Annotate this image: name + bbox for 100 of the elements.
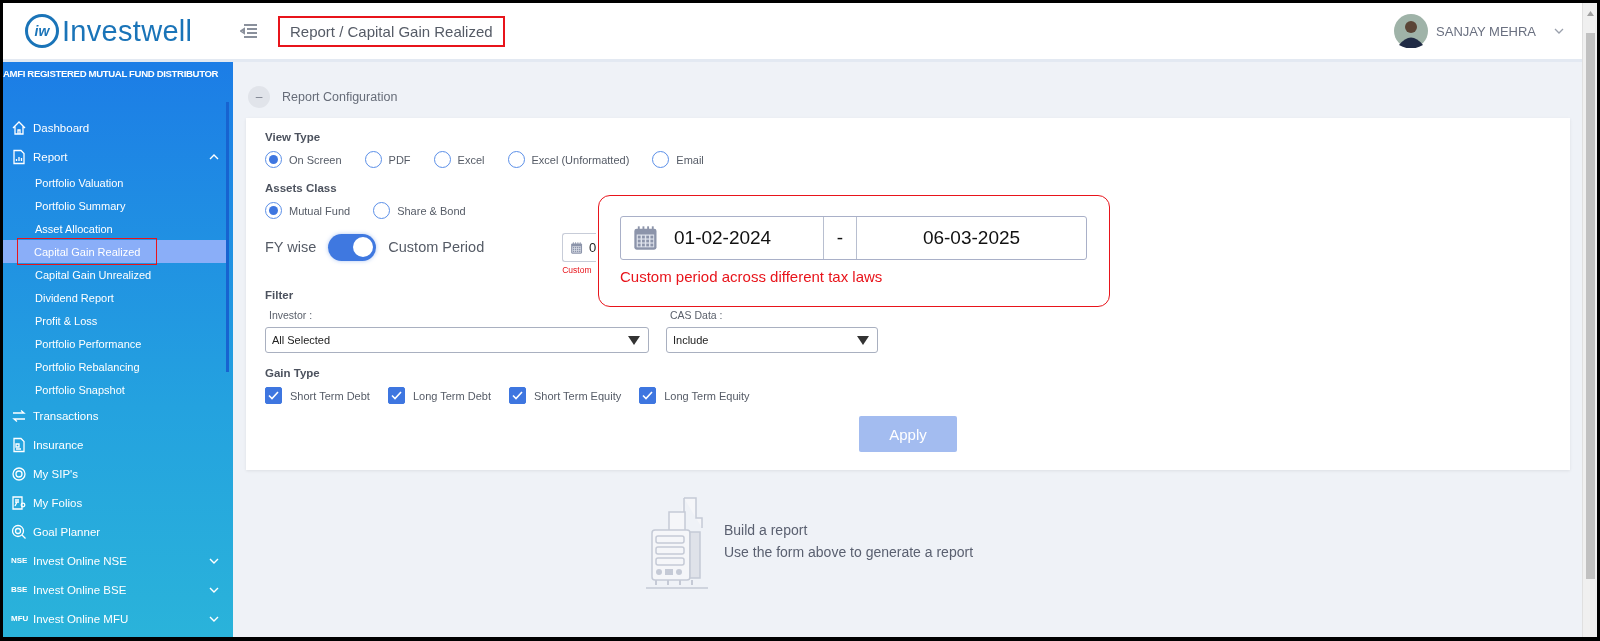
exchange-label: BSE <box>11 585 27 594</box>
end-date: 06-03-2025 <box>922 227 1021 249</box>
calendar-icon <box>570 239 584 256</box>
chevron-down-icon <box>209 615 219 622</box>
sidebar-label: Dividend Report <box>35 291 114 304</box>
sidebar-label: My Folios <box>33 496 83 509</box>
sidebar-label: Insurance <box>33 438 84 451</box>
sidebar-item[interactable]: NSE Invest Online NSE <box>3 546 233 575</box>
sidebar-item[interactable]: Transactions <box>3 401 233 430</box>
toggle-label: FY wise <box>265 239 317 255</box>
sidebar-label: Portfolio Performance <box>35 337 142 350</box>
sidebar-subitem[interactable]: Capital Gain Realized <box>3 240 227 263</box>
sidebar-label: Asset Allocation <box>35 222 113 235</box>
start-date: 01-02-2024 <box>674 227 772 249</box>
sidebar-label: Portfolio Snapshot <box>35 383 125 396</box>
sidebar-item[interactable]: MFU Invest Online MFU <box>3 604 233 633</box>
sidebar-item[interactable]: My Folios <box>3 488 233 517</box>
sidebar-item[interactable]: Insurance <box>3 430 233 459</box>
option-label: Short Term Debt <box>290 389 370 402</box>
error-note: Custom <box>562 265 592 275</box>
checkbox[interactable] <box>639 387 657 404</box>
group-label: Filter <box>265 289 294 301</box>
checkbox[interactable] <box>508 387 526 404</box>
warning-text: Custom period across different tax laws <box>620 268 884 285</box>
exchange-label: MFU <box>11 614 27 623</box>
sidebar-label: Invest Online BSE <box>33 583 127 596</box>
option-label: PDF <box>388 153 411 166</box>
sidebar-subitem[interactable]: Profit & Loss <box>3 309 227 332</box>
breadcrumb: Report / Capital Gain Realized <box>278 15 505 47</box>
option-label: Email <box>676 153 704 166</box>
chevron-down-icon[interactable] <box>1554 28 1564 34</box>
sidebar-subitem[interactable]: Capital Gain Unrealized <box>3 263 227 286</box>
swap-arrows-icon <box>11 407 27 424</box>
exchange-label: NSE <box>11 556 27 565</box>
sidebar-item[interactable]: Dashboard <box>3 113 233 142</box>
sidebar-subitem[interactable]: Asset Allocation <box>3 217 227 240</box>
sidebar-label: Capital Gain Unrealized <box>35 268 152 281</box>
checkmark-icon <box>268 391 279 400</box>
rupee-user-icon <box>11 494 27 511</box>
highlighted-label: Capital Gain Realized <box>17 238 158 265</box>
calendar-icon <box>632 224 660 252</box>
group-label: View Type <box>265 131 321 143</box>
chevron-down-icon <box>209 557 219 564</box>
logo-text: Investwell <box>62 14 193 48</box>
scroll-up-icon[interactable] <box>1586 11 1594 16</box>
dropdown-arrow-icon <box>628 335 640 345</box>
tagline: AMFI REGISTERED MUTUAL FUND DISTRIBUTOR <box>3 68 220 79</box>
period-toggle[interactable] <box>328 233 377 261</box>
option-label: Mutual Fund <box>289 204 351 217</box>
sidebar-subitem[interactable]: Portfolio Valuation <box>3 171 227 194</box>
chevron-down-icon <box>209 586 219 593</box>
sidebar-label: Invest Online NSE <box>33 554 127 567</box>
sidebar-label: My SIP's <box>33 467 78 480</box>
toggle-label: Custom Period <box>388 239 485 255</box>
sidebar-label: Invest Online MFU <box>33 612 129 625</box>
empty-subtitle: Use the form above to generate a report <box>724 544 974 560</box>
cycle-icon <box>11 465 27 482</box>
option-label: On Screen <box>289 153 342 166</box>
sidebar-subitem[interactable]: Portfolio Summary <box>3 194 227 217</box>
dropdown-arrow-icon <box>857 335 869 345</box>
option-label: Long Term Equity <box>664 389 750 402</box>
target-icon <box>11 523 27 540</box>
group-label: Gain Type <box>265 367 320 379</box>
select-field[interactable]: Include <box>666 327 878 353</box>
option-label: Share & Bond <box>397 204 466 217</box>
checkmark-icon <box>390 391 402 400</box>
sidebar-label: Profit & Loss <box>35 314 98 327</box>
sidebar-label: Portfolio Valuation <box>35 176 124 189</box>
user-name[interactable]: SANJAY MEHRA <box>1436 23 1536 39</box>
sidebar-item[interactable]: BSE Invest Online BSE <box>3 575 233 604</box>
option-label: Excel <box>457 153 485 166</box>
avatar[interactable] <box>1394 14 1429 48</box>
scrollbar-thumb[interactable] <box>1585 33 1595 579</box>
bar-chart-document-icon <box>11 148 27 165</box>
sidebar-label: Portfolio Summary <box>35 199 126 212</box>
checkmark-icon <box>642 391 654 400</box>
sidebar-subitem[interactable]: Portfolio Snapshot <box>3 378 227 401</box>
document-icon <box>11 436 27 453</box>
sidebar-label: Transactions <box>33 409 99 422</box>
section-title: Report Configuration <box>282 90 398 104</box>
sidebar-item[interactable]: Report <box>3 142 233 171</box>
menu-icon[interactable] <box>240 23 258 39</box>
sidebar-item[interactable]: My SIP's <box>3 459 233 488</box>
sidebar-subitem[interactable]: Dividend Report <box>3 286 227 309</box>
field-label: CAS Data : <box>669 309 724 321</box>
sidebar-subitem[interactable]: Portfolio Performance <box>3 332 227 355</box>
checkbox[interactable] <box>387 387 405 404</box>
collapse-button[interactable]: – <box>248 86 270 108</box>
home-icon <box>11 119 27 136</box>
sidebar-subitem[interactable]: Portfolio Rebalancing <box>3 355 227 378</box>
checkbox[interactable] <box>265 387 282 404</box>
select-field[interactable]: All Selected <box>265 327 649 353</box>
sidebar-label: Goal Planner <box>33 525 101 538</box>
date-field[interactable]: 0 <box>562 233 597 262</box>
date-range-field[interactable]: 01-02-2024 - 06-03-2025 <box>620 216 1087 260</box>
option-label: Excel (Unformatted) <box>531 153 630 166</box>
empty-title: Build a report <box>724 522 809 538</box>
group-label: Assets Class <box>265 182 337 194</box>
sidebar-item[interactable]: Goal Planner <box>3 517 233 546</box>
option-label: Long Term Debt <box>412 389 491 402</box>
